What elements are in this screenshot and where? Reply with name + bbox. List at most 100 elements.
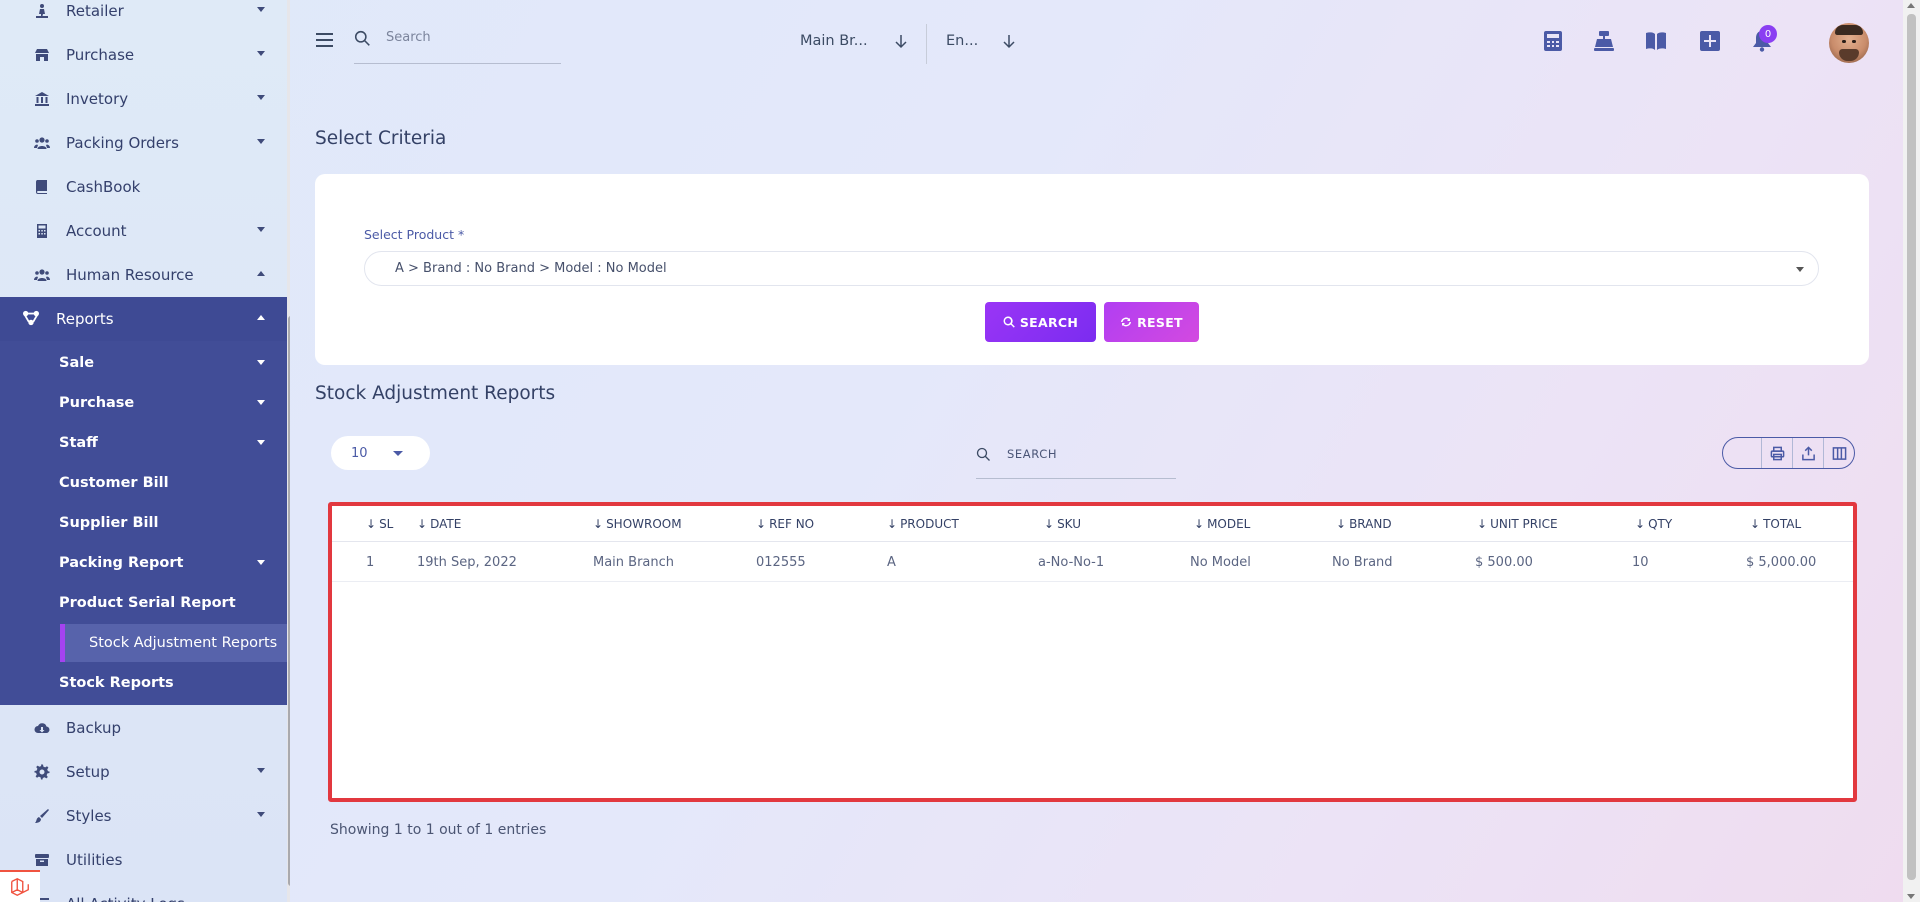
reset-button[interactable]: RESET bbox=[1104, 302, 1199, 342]
sort-arrow-icon: ↓ bbox=[1336, 517, 1347, 531]
table-search bbox=[976, 443, 1176, 479]
branch-select[interactable]: Main Br... bbox=[800, 33, 868, 49]
sidebar-item-setup[interactable]: Setup bbox=[0, 750, 287, 794]
sidebar-subitem-label: Customer Bill bbox=[59, 475, 169, 491]
arrow-down-icon[interactable] bbox=[894, 33, 908, 49]
search-input[interactable] bbox=[386, 30, 546, 45]
chevron-down-icon bbox=[257, 560, 265, 565]
sidebar-scrollbar[interactable] bbox=[287, 0, 290, 902]
refresh-icon bbox=[1121, 317, 1132, 327]
top-search bbox=[354, 28, 561, 64]
sidebar-item-styles[interactable]: Styles bbox=[0, 794, 287, 838]
sort-arrow-icon: ↓ bbox=[1194, 517, 1205, 531]
users-icon bbox=[33, 266, 51, 284]
sidebar-item-utilities[interactable]: Utilities bbox=[0, 838, 287, 882]
sidebar-item-cashbook[interactable]: CashBook bbox=[0, 165, 287, 209]
menu-toggle-icon[interactable] bbox=[316, 33, 333, 51]
sort-arrow-icon: ↓ bbox=[593, 517, 604, 531]
column-header-date[interactable]: ↓ DATE bbox=[417, 517, 461, 531]
column-header-total[interactable]: ↓ TOTAL bbox=[1750, 517, 1801, 531]
product-label: Select Product * bbox=[364, 227, 465, 242]
print-button[interactable] bbox=[1761, 438, 1792, 468]
sidebar-item-label: Reports bbox=[56, 310, 114, 328]
columns-button[interactable] bbox=[1823, 438, 1854, 468]
chevron-up-icon bbox=[257, 271, 265, 276]
sidebar-item-label: Styles bbox=[66, 807, 112, 825]
scroll-up-icon[interactable] bbox=[1907, 3, 1915, 8]
table-tools bbox=[1722, 437, 1855, 469]
page-scrollbar[interactable] bbox=[1903, 0, 1920, 902]
box-icon bbox=[33, 851, 51, 869]
search-button[interactable]: SEARCH bbox=[985, 302, 1096, 342]
column-header-showroom[interactable]: ↓ SHOWROOM bbox=[593, 517, 682, 531]
product-select[interactable]: A > Brand : No Brand > Model : No Model bbox=[364, 251, 1819, 286]
sidebar-item-account[interactable]: Account bbox=[0, 209, 287, 253]
sidebar-subitem-stock-adjustment-reports[interactable]: Stock Adjustment Reports bbox=[60, 624, 287, 662]
brush-icon bbox=[33, 807, 51, 825]
sidebar-item-label: Packing Orders bbox=[66, 134, 179, 152]
users-icon bbox=[33, 134, 51, 152]
sidebar-item-reports[interactable]: Reports bbox=[0, 297, 287, 341]
sidebar-subitem-packing-report[interactable]: Packing Report bbox=[0, 544, 287, 582]
export-button[interactable] bbox=[1792, 438, 1823, 468]
report-table: ↓ SL ↓ DATE ↓ SHOWROOM ↓ REF NO ↓ PRODUCT ↓ SKU ↓ MOD… bbox=[328, 502, 1857, 802]
arrow-down-icon[interactable] bbox=[1002, 33, 1016, 49]
sidebar-subitem-product-serial-report[interactable]: Product Serial Report bbox=[0, 584, 287, 622]
chevron-down-icon bbox=[1796, 267, 1804, 272]
page-scroll-thumb[interactable] bbox=[1907, 14, 1916, 880]
per-page-select[interactable]: 10 bbox=[331, 436, 430, 470]
criteria-title: Select Criteria bbox=[315, 128, 447, 149]
sidebar-subitem-customer-bill[interactable]: Customer Bill bbox=[0, 464, 287, 502]
sidebar-scroll-thumb[interactable] bbox=[288, 316, 290, 886]
column-header-ref-no[interactable]: ↓ REF NO bbox=[756, 517, 814, 531]
sidebar-item-invetory[interactable]: Invetory bbox=[0, 77, 287, 121]
sidebar-subitem-staff[interactable]: Staff bbox=[0, 424, 287, 462]
chevron-down-icon bbox=[257, 227, 265, 232]
table-row[interactable]: 1 19th Sep, 2022 Main Branch 012555 Aa-No-No… bbox=[332, 542, 1853, 582]
column-header-brand[interactable]: ↓ BRAND bbox=[1336, 517, 1392, 531]
sort-arrow-icon: ↓ bbox=[366, 517, 377, 531]
sidebar-subitem-purchase[interactable]: Purchase bbox=[0, 384, 287, 422]
sidebar-subitem-stock-reports[interactable]: Stock Reports bbox=[0, 664, 287, 702]
laravel-debug-icon[interactable] bbox=[0, 870, 40, 902]
scroll-down-icon[interactable] bbox=[1907, 894, 1915, 899]
plus-square-icon[interactable] bbox=[1699, 30, 1721, 52]
sidebar-item-label: Invetory bbox=[66, 90, 129, 108]
table-search-input[interactable] bbox=[1007, 447, 1167, 461]
sidebar-item-retailer[interactable]: Retailer bbox=[0, 0, 287, 33]
sidebar-item-backup[interactable]: Backup bbox=[0, 706, 287, 750]
sidebar-item-label: Backup bbox=[66, 719, 121, 737]
chevron-down-icon bbox=[257, 7, 265, 12]
column-header-unit-price[interactable]: ↓ UNIT PRICE bbox=[1477, 517, 1558, 531]
book-icon bbox=[33, 178, 51, 196]
sidebar-subitem-sale[interactable]: Sale bbox=[0, 344, 287, 382]
book-open-icon[interactable] bbox=[1645, 30, 1667, 52]
sidebar-subitem-supplier-bill[interactable]: Supplier Bill bbox=[0, 504, 287, 542]
bank-icon bbox=[33, 90, 51, 108]
cash-register-icon[interactable] bbox=[1593, 30, 1615, 52]
table-cell: 10 bbox=[1632, 555, 1649, 570]
chevron-down-icon bbox=[257, 768, 265, 773]
column-header-qty[interactable]: ↓ QTY bbox=[1635, 517, 1672, 531]
sidebar-item-purchase[interactable]: Purchase bbox=[0, 33, 287, 77]
sidebar-subitem-label: Purchase bbox=[59, 395, 135, 411]
avatar[interactable] bbox=[1829, 23, 1869, 63]
calculator-icon[interactable] bbox=[1542, 30, 1564, 52]
gear-icon bbox=[33, 763, 51, 781]
sidebar-item-label: Account bbox=[66, 222, 127, 240]
column-header-sl[interactable]: ↓ SL bbox=[366, 517, 393, 531]
table-footer-info: Showing 1 to 1 out of 1 entries bbox=[330, 822, 547, 838]
topbar-divider bbox=[926, 24, 927, 64]
sidebar-item-label: All Activity Logs bbox=[66, 895, 185, 902]
sidebar-item-label: Setup bbox=[66, 763, 110, 781]
sidebar-item-human-resource[interactable]: Human Resource bbox=[0, 253, 287, 297]
sidebar-subitem-label: Sale bbox=[59, 355, 95, 371]
sort-arrow-icon: ↓ bbox=[756, 517, 767, 531]
language-select[interactable]: En... bbox=[946, 33, 978, 49]
sidebar-item-all-activity-logs[interactable]: All Activity Logs bbox=[0, 882, 287, 902]
table-header-row: ↓ SL ↓ DATE ↓ SHOWROOM ↓ REF NO ↓ PRODUCT ↓ SKU ↓ MOD… bbox=[332, 506, 1853, 542]
column-header-model[interactable]: ↓ MODEL bbox=[1194, 517, 1250, 531]
sidebar-item-packing-orders[interactable]: Packing Orders bbox=[0, 121, 287, 165]
column-header-sku[interactable]: ↓ SKU bbox=[1044, 517, 1081, 531]
column-header-product[interactable]: ↓ PRODUCT bbox=[887, 517, 959, 531]
